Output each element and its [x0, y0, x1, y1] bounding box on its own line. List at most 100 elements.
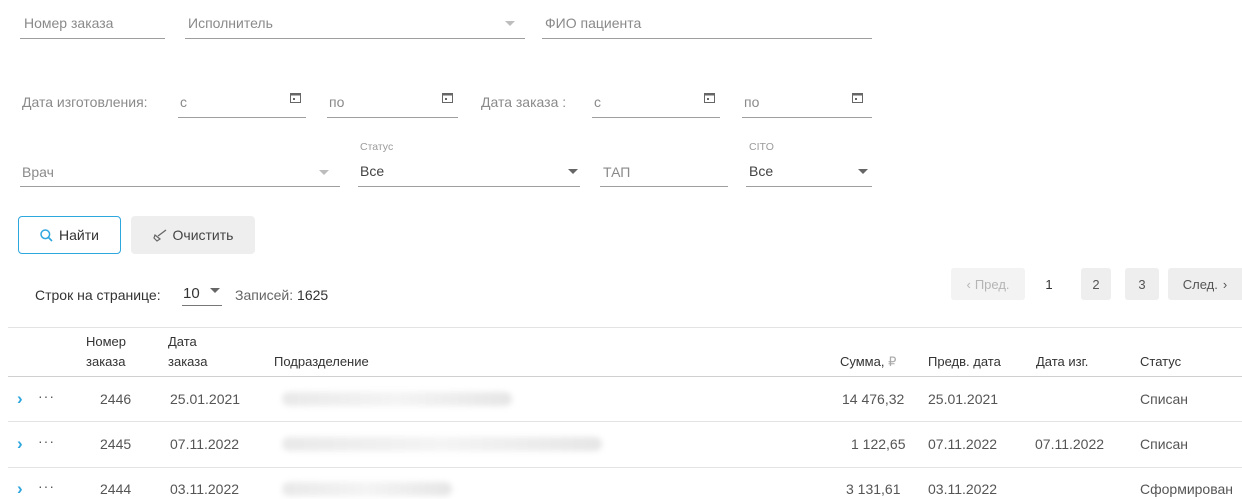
find-button-label: Найти: [59, 227, 99, 243]
executor-underline: [185, 38, 525, 39]
order-number-underline: [20, 38, 165, 39]
cell-planned-date: 03.11.2022: [928, 481, 998, 497]
records-label: Записей:: [235, 287, 294, 303]
cell-planned-date: 25.01.2021: [928, 391, 999, 407]
status-label: Статус: [360, 141, 394, 153]
order-from-underline: [592, 117, 720, 118]
col-header-order-date-line2: заказа: [168, 354, 208, 369]
rows-per-page-dropdown-icon[interactable]: [210, 288, 220, 293]
calendar-icon[interactable]: [290, 92, 301, 103]
order-to-underline: [742, 117, 872, 118]
executor-select[interactable]: Исполнитель: [188, 15, 273, 31]
cell-order-number: 2444: [100, 481, 132, 497]
more-icon[interactable]: ···: [38, 478, 55, 494]
col-header-manufacture-date[interactable]: Дата изг.: [1036, 352, 1088, 372]
rows-per-page-label: Строк на странице:: [35, 287, 161, 303]
col-header-order-number-line2: заказа: [86, 354, 126, 369]
chevron-right-icon[interactable]: ›: [17, 434, 23, 454]
cell-order-number: 2445: [100, 436, 132, 452]
cito-dropdown-icon[interactable]: [858, 169, 868, 174]
rows-per-page: Строк на странице:: [35, 287, 161, 303]
cell-sum: 1 122,65: [851, 436, 906, 452]
prev-page-button[interactable]: ‹ Пред.: [951, 268, 1025, 300]
calendar-icon[interactable]: [852, 92, 863, 103]
cell-status: Списан: [1140, 436, 1189, 452]
tap-field[interactable]: ТАП: [603, 164, 630, 180]
cito-label: CITO: [749, 141, 774, 153]
row-divider: [8, 421, 1242, 422]
rows-per-page-value: 10: [183, 285, 200, 302]
status-dropdown-icon[interactable]: [568, 169, 578, 174]
col-header-order-number[interactable]: Номер заказа: [86, 332, 126, 372]
order-date-label: Дата заказа :: [481, 94, 567, 110]
status-select[interactable]: Все: [360, 163, 384, 179]
col-header-planned-date[interactable]: Предв. дата: [928, 352, 1001, 372]
rows-per-page-underline: [182, 305, 222, 306]
cell-order-date: 07.11.2022: [170, 436, 240, 452]
cell-status: Сформирован: [1140, 481, 1234, 497]
col-header-sum-label: Сумма,: [840, 354, 885, 369]
chevron-right-icon[interactable]: ›: [17, 389, 23, 409]
status-underline: [358, 186, 580, 187]
order-number-label: Номер заказа: [24, 15, 114, 31]
cell-status: Списан: [1140, 391, 1189, 407]
order-date-to-input[interactable]: по: [744, 94, 759, 110]
next-page-button[interactable]: След. ›: [1168, 268, 1242, 300]
patient-name-field[interactable]: ФИО пациента: [545, 15, 641, 31]
next-page-label: След.: [1182, 276, 1218, 292]
tap-label: ТАП: [603, 164, 631, 180]
prev-page-label: Пред.: [974, 276, 1010, 292]
col-header-sum[interactable]: Сумма, ₽: [840, 352, 896, 372]
doctor-dropdown-icon[interactable]: [319, 170, 329, 175]
clear-button[interactable]: Очистить: [131, 216, 255, 254]
page-3-label: 3: [1138, 276, 1146, 292]
col-header-order-date-line1: Дата: [168, 334, 197, 349]
cito-select[interactable]: Все: [749, 163, 773, 179]
cell-sum: 3 131,61: [846, 481, 901, 497]
clear-button-label: Очистить: [172, 227, 234, 243]
page-2-button[interactable]: 2: [1081, 268, 1111, 300]
manufacture-to-underline: [327, 117, 458, 118]
tap-underline: [600, 186, 728, 187]
cell-planned-date: 07.11.2022: [928, 436, 998, 452]
ruble-icon: ₽: [888, 354, 897, 369]
chevron-right-icon[interactable]: ›: [17, 479, 23, 499]
cell-department-redacted: [282, 437, 602, 451]
page-1-label: 1: [1045, 276, 1053, 292]
col-header-order-number-line1: Номер: [86, 334, 127, 349]
order-date-from-input[interactable]: с: [594, 94, 601, 110]
cito-underline: [746, 186, 872, 187]
cell-order-number: 2446: [100, 391, 132, 407]
more-icon[interactable]: ···: [38, 433, 55, 449]
cell-manufacture-date: 07.11.2022: [1035, 436, 1105, 452]
col-header-status[interactable]: Статус: [1140, 352, 1181, 372]
doctor-select[interactable]: Врач: [22, 164, 54, 180]
page-2-label: 2: [1092, 276, 1100, 292]
row-divider: [8, 467, 1242, 468]
records-info: Записей: 1625: [235, 287, 328, 303]
chevron-right-icon: ›: [1222, 276, 1228, 292]
page-3-button[interactable]: 3: [1125, 268, 1159, 300]
search-icon: [40, 228, 53, 242]
rows-per-page-select[interactable]: 10: [183, 285, 200, 302]
broom-icon: [152, 228, 166, 242]
cell-order-date: 25.01.2021: [170, 391, 241, 407]
more-icon[interactable]: ···: [38, 388, 55, 404]
executor-label: Исполнитель: [188, 15, 273, 31]
patient-name-label: ФИО пациента: [545, 15, 642, 31]
table-top-border: [8, 327, 1242, 328]
cell-sum: 14 476,32: [842, 391, 905, 407]
calendar-icon[interactable]: [704, 92, 715, 103]
doctor-underline: [20, 186, 340, 187]
executor-dropdown-icon[interactable]: [505, 21, 515, 26]
order-number-field[interactable]: Номер заказа: [24, 15, 113, 31]
manufacture-date-from-input[interactable]: с: [180, 94, 187, 110]
find-button[interactable]: Найти: [18, 216, 121, 254]
col-header-order-date[interactable]: Дата заказа: [168, 332, 207, 372]
calendar-icon[interactable]: [442, 92, 453, 103]
manufacture-date-label: Дата изготовления:: [22, 94, 148, 110]
col-header-department[interactable]: Подразделение: [274, 352, 369, 372]
records-count: 1625: [297, 287, 329, 303]
page-1-button[interactable]: 1: [1034, 268, 1064, 300]
manufacture-date-to-input[interactable]: по: [329, 94, 344, 110]
